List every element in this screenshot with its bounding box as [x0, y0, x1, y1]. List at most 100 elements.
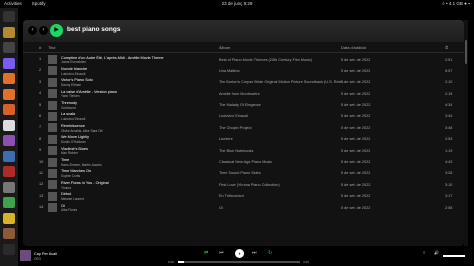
track-title[interactable]: Oi	[61, 204, 65, 208]
dark-app-icon[interactable]	[3, 243, 15, 255]
feather-icon[interactable]	[3, 119, 15, 131]
col-duration[interactable]: ⏱	[445, 45, 448, 50]
track-album[interactable]: Una Mattina	[219, 69, 239, 73]
now-playing-title[interactable]: Cap Per Avall	[34, 252, 57, 256]
track-artist[interactable]: Olafur Arnalds, Alice Sara Ott	[61, 129, 102, 133]
track-title[interactable]: Comptine d'un Autre Été, L'après-Midi - …	[61, 56, 163, 60]
track-row[interactable]: 5 Threnody Goldmund The Malady Of Elegance 5…	[23, 100, 464, 111]
track-artist[interactable]: Melanie Laurent	[61, 197, 84, 201]
track-artist[interactable]: Dustin O'Halloran	[61, 140, 86, 144]
col-title[interactable]: Titol	[48, 45, 55, 50]
col-index[interactable]: #	[39, 45, 41, 50]
track-artist[interactable]: Yiruma	[61, 186, 71, 190]
folder-purple-icon[interactable]	[3, 135, 15, 146]
track-title[interactable]: Vladimir's Blues	[61, 147, 88, 151]
track-album[interactable]: Time Sound Piano Sides	[219, 171, 261, 175]
folder-orange-icon[interactable]	[3, 73, 15, 84]
pixel-app-icon[interactable]	[3, 181, 15, 193]
scrollbar-thumb[interactable]	[465, 40, 467, 64]
track-title[interactable]: We Move Lightly	[61, 135, 89, 139]
track-artist[interactable]: Max Richter	[61, 151, 78, 155]
track-row[interactable]: 9 Vladimir's Blues Max Richter The Blue Not…	[23, 145, 464, 156]
track-title[interactable]: Reminiscence	[61, 124, 85, 128]
track-album[interactable]: Ludovico Einaudi	[219, 114, 248, 118]
repeat-icon[interactable]: ↻	[268, 250, 272, 256]
col-album[interactable]: Àlbum	[219, 45, 230, 50]
track-title[interactable]: Victor's Piano Solo	[61, 78, 93, 82]
progress-bar[interactable]	[178, 261, 300, 263]
record-icon[interactable]	[3, 166, 15, 177]
track-row[interactable]: 7 Reminiscence Olafur Arnalds, Alice Sara …	[23, 122, 464, 133]
track-album[interactable]: The Blue Notebooks	[219, 149, 253, 153]
track-album[interactable]: Best of Piano Movie Themes (20th Century…	[219, 58, 312, 62]
track-album[interactable]: First Love (Yiruma Piano Collection)	[219, 183, 280, 187]
elapsed-time: 0:09	[168, 259, 174, 264]
apps-icon[interactable]	[3, 42, 15, 53]
folder-orange-icon[interactable]	[3, 88, 15, 100]
sunflower-icon[interactable]	[3, 212, 15, 224]
track-date-added: 5 de set. de 2022	[341, 103, 371, 108]
track-artist[interactable]: Danny Elfman	[61, 83, 81, 87]
col-date[interactable]: Data d'addició	[341, 45, 366, 50]
track-row[interactable]: 11 Time Marches On Sophie Curtis Time Sound…	[23, 168, 464, 179]
track-row[interactable]: 13 Début Melanie Laurent En Trébuchant 5 de …	[23, 191, 464, 202]
track-row[interactable]: 1 Comptine d'un Autre Été, L'après-Midi -…	[23, 54, 464, 65]
back-button[interactable]: ‹	[28, 26, 37, 35]
track-artist[interactable]: Goldmund	[61, 106, 76, 110]
clock[interactable]: 23 de junç 9:29	[0, 0, 474, 8]
queue-icon[interactable]: ≡	[423, 250, 425, 255]
track-album[interactable]: Oi	[219, 206, 223, 210]
photo-app-icon[interactable]	[3, 228, 15, 239]
track-album[interactable]: Tim Burton's Corpse Bride Original Motio…	[219, 80, 345, 84]
track-artist[interactable]: Ludovico Einaudi	[61, 72, 85, 76]
track-row[interactable]: 8 We Move Lightly Dustin O'Halloran Lumiere…	[23, 134, 464, 145]
track-row[interactable]: 12 River Flows in You - Original Yiruma Fir…	[23, 179, 464, 190]
files-icon[interactable]	[3, 26, 15, 38]
track-artist[interactable]: Ludovico Einaudi	[61, 117, 85, 121]
track-title[interactable]: Nuvole bianche	[61, 67, 87, 71]
track-row[interactable]: 2 Nuvole bianche Ludovico Einaudi Una Matti…	[23, 65, 464, 76]
heart-liked-icon[interactable]	[3, 57, 15, 69]
track-artist[interactable]: Yann Tiersen	[61, 94, 80, 98]
terminal-icon[interactable]	[3, 11, 15, 22]
previous-icon[interactable]: ⏮	[219, 250, 224, 256]
next-icon[interactable]: ⏭	[252, 250, 257, 256]
track-album[interactable]: The Malady Of Elegance	[219, 103, 261, 107]
track-album[interactable]: Lumiere	[219, 137, 233, 141]
track-title[interactable]: River Flows in You - Original	[61, 181, 109, 185]
track-album[interactable]: The Chopin Project	[219, 126, 252, 130]
track-title[interactable]: Début	[61, 192, 71, 196]
track-row[interactable]: 4 La valse d'Amélie - Version piano Yann T…	[23, 88, 464, 99]
track-title[interactable]: La scala	[61, 112, 75, 116]
track-artist[interactable]: Hans Zimmer, Martin Jacobs	[61, 163, 102, 167]
track-artist[interactable]: Alba Flores	[61, 208, 77, 212]
track-title[interactable]: Threnody	[61, 101, 77, 105]
volume-icon[interactable]: 🔊	[434, 250, 439, 255]
track-title[interactable]: Time Marches On	[61, 169, 91, 173]
folder-orange-icon[interactable]	[3, 104, 15, 115]
track-album[interactable]: Classical New Age Piano Music	[219, 160, 272, 164]
shuffle-icon[interactable]: ⇄	[204, 250, 208, 256]
forward-button[interactable]: ›	[39, 26, 48, 35]
track-title[interactable]: Time	[61, 158, 69, 162]
track-row[interactable]: 6 La scala Ludovico Einaudi Ludovico Einaud…	[23, 111, 464, 122]
track-row[interactable]: 10 Time Hans Zimmer, Martin Jacobs Classica…	[23, 157, 464, 168]
track-album[interactable]: Amélie from Montmartre	[219, 92, 260, 96]
track-artist[interactable]: Sophie Curtis	[61, 174, 80, 178]
track-cover	[48, 157, 57, 167]
now-playing-cover[interactable]	[20, 250, 31, 261]
now-playing-artist[interactable]: OEG	[34, 257, 41, 261]
green-badge-icon[interactable]	[3, 197, 15, 208]
play-playlist-button[interactable]: ▶	[50, 24, 63, 37]
folder-blue-icon[interactable]	[3, 150, 15, 162]
pause-button[interactable]: ⏸	[235, 249, 244, 258]
system-status[interactable]: ⌕ • 4.1 GB ● ▾	[442, 0, 470, 8]
track-album[interactable]: En Trébuchant	[219, 194, 244, 198]
track-row[interactable]: 3 Victor's Piano Solo Danny Elfman Tim Burt…	[23, 77, 464, 88]
track-title[interactable]: La valse d'Amélie - Version piano	[61, 90, 117, 94]
track-artist[interactable]: Jonas Eveneklien	[61, 60, 86, 64]
track-date-added: 5 de set. de 2022	[341, 182, 371, 187]
volume-slider[interactable]	[443, 255, 465, 257]
track-row[interactable]: 14 Oi Alba Flores Oi 5 de set. de 2022 2:58	[23, 202, 464, 213]
track-number: 7	[39, 125, 42, 130]
